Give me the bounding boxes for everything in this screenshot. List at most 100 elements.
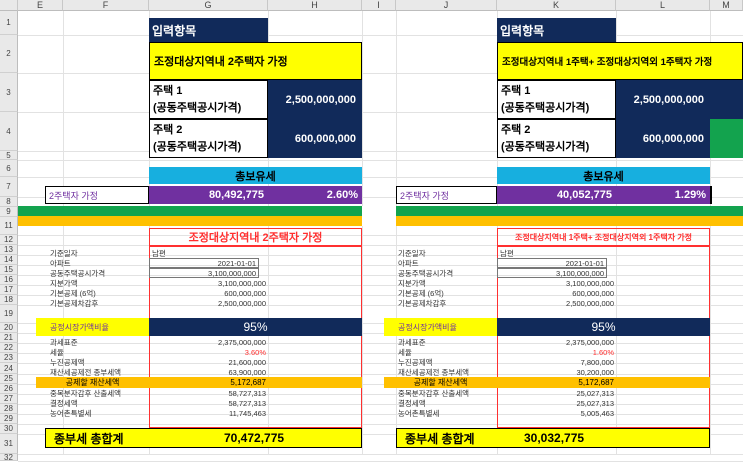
row-header[interactable]: 21: [0, 333, 18, 343]
row-header[interactable]: 31: [0, 434, 18, 454]
right-house2-value[interactable]: 600,000,000: [616, 119, 710, 158]
row-header[interactable]: 22: [0, 343, 18, 353]
right-total-tax-header[interactable]: 총보유세: [497, 167, 710, 184]
detail-value[interactable]: 11,745,463: [149, 408, 269, 418]
column-header-l[interactable]: L: [616, 0, 710, 11]
detail-label[interactable]: 기본공제차감후: [398, 298, 498, 308]
row-header[interactable]: 11: [0, 217, 18, 235]
right-assume-value[interactable]: 40,052,775: [497, 186, 616, 204]
row-header[interactable]: 7: [0, 177, 18, 197]
detail-label[interactable]: 지분가액: [50, 278, 150, 288]
column-header-e[interactable]: E: [18, 0, 63, 11]
detail-value[interactable]: 63,900,000: [149, 367, 269, 377]
row-header[interactable]: 29: [0, 414, 18, 424]
detail-value[interactable]: 58,727,313: [149, 398, 269, 408]
row-header[interactable]: 30: [0, 424, 18, 434]
row-header[interactable]: 28: [0, 404, 18, 414]
left-house2-label[interactable]: 주택 2 (공동주택공시가격): [149, 119, 268, 158]
detail-ratio-value[interactable]: 95%: [149, 318, 362, 336]
detail-value[interactable]: 2,375,000,000: [149, 337, 269, 347]
row-header[interactable]: 25: [0, 374, 18, 384]
row-header[interactable]: 9: [0, 207, 18, 217]
detail-label[interactable]: 기준일자: [398, 248, 498, 258]
row-header[interactable]: 23: [0, 353, 18, 363]
right-house2-label[interactable]: 주택 2 (공동주택공시가격): [497, 119, 616, 158]
detail-value[interactable]: 3,100,000,000: [497, 278, 617, 288]
detail-value[interactable]: 3.60%: [149, 347, 269, 357]
column-header-i[interactable]: I: [362, 0, 396, 11]
detail-label[interactable]: 누진공제액: [398, 357, 498, 367]
row-header[interactable]: 18: [0, 295, 18, 305]
detail-label[interactable]: 중복분자감후 산출세액: [50, 388, 150, 398]
row-header[interactable]: 2: [0, 35, 18, 73]
left-total-row[interactable]: 종부세 총합계 70,472,775: [45, 428, 362, 448]
detail-value[interactable]: 58,727,313: [149, 388, 269, 398]
left-scenario-title[interactable]: 조정대상지역내 2주택자 가정: [149, 42, 362, 80]
right-assume-label[interactable]: 2주택자 가정: [396, 186, 497, 204]
detail-value[interactable]: 30,200,000: [497, 367, 617, 377]
detail-value[interactable]: 25,027,313: [497, 398, 617, 408]
left-detail-title[interactable]: 조정대상지역내 2주택자 가정: [149, 228, 362, 246]
detail-deduct-value[interactable]: 5,172,687: [149, 377, 362, 388]
detail-label[interactable]: 기준일자: [50, 248, 150, 258]
left-house1-label[interactable]: 주택 1 (공동주택공시가격): [149, 80, 268, 119]
detail-label[interactable]: 아파트: [398, 258, 498, 268]
detail-label[interactable]: 결정세액: [50, 398, 150, 408]
detail-label[interactable]: 공동주택공시가격: [50, 268, 150, 278]
row-header[interactable]: 27: [0, 394, 18, 404]
row-header[interactable]: 5: [0, 151, 18, 160]
detail-label[interactable]: 결정세액: [398, 398, 498, 408]
row-header[interactable]: 17: [0, 285, 18, 295]
detail-ratio-value[interactable]: 95%: [497, 318, 710, 336]
left-assume-value[interactable]: 80,492,775: [149, 186, 268, 204]
left-assume-pct[interactable]: 2.60%: [268, 186, 362, 204]
detail-value[interactable]: 1.60%: [497, 347, 617, 357]
detail-label[interactable]: 세율: [50, 347, 150, 357]
row-header[interactable]: 8: [0, 197, 18, 207]
row-header[interactable]: 20: [0, 323, 18, 333]
detail-label[interactable]: 누진공제액: [50, 357, 150, 367]
row-header[interactable]: 1: [0, 11, 18, 35]
left-house2-value[interactable]: 600,000,000: [268, 119, 362, 158]
right-house1-value[interactable]: 2,500,000,000: [616, 80, 710, 119]
right-total-row[interactable]: 종부세 총합계 30,032,775: [396, 428, 710, 448]
detail-ratio-label[interactable]: 공정시장가액비율: [384, 318, 497, 336]
detail-label[interactable]: 재산세공제전 종부세액: [398, 367, 498, 377]
detail-label[interactable]: 지분가액: [398, 278, 498, 288]
detail-label[interactable]: 중복분자감후 산출세액: [398, 388, 498, 398]
row-header[interactable]: 24: [0, 363, 18, 374]
detail-ratio-label[interactable]: 공정시장가액비율: [36, 318, 149, 336]
detail-value[interactable]: 600,000,000: [497, 288, 617, 298]
row-header[interactable]: 15: [0, 265, 18, 275]
detail-value[interactable]: 3,100,000,000: [149, 278, 269, 288]
row-header[interactable]: 26: [0, 384, 18, 394]
column-header-k[interactable]: K: [497, 0, 616, 11]
detail-deduct-label[interactable]: 공제할 재산세액: [36, 377, 149, 388]
detail-label[interactable]: 기본공제차감후: [50, 298, 150, 308]
row-header[interactable]: 32: [0, 453, 18, 462]
column-header-j[interactable]: J: [396, 0, 497, 11]
right-scenario-title[interactable]: 조정대상지역내 1주택+ 조정대상지역외 1주택자 가정: [497, 42, 743, 80]
left-house1-value[interactable]: 2,500,000,000: [268, 80, 362, 119]
right-detail-title[interactable]: 조정대상지역내 1주택+ 조정대상지역외 1주택자 가정: [497, 228, 710, 246]
detail-label[interactable]: 공동주택공시가격: [398, 268, 498, 278]
detail-value[interactable]: 600,000,000: [149, 288, 269, 298]
row-header[interactable]: 14: [0, 255, 18, 265]
right-house1-label[interactable]: 주택 1 (공동주택공시가격): [497, 80, 616, 119]
select-all-corner[interactable]: [0, 0, 18, 11]
row-header[interactable]: 4: [0, 112, 18, 151]
column-header-h[interactable]: H: [268, 0, 362, 11]
detail-label[interactable]: 과세표준: [398, 337, 498, 347]
detail-value[interactable]: 5,005,463: [497, 408, 617, 418]
left-assume-label[interactable]: 2주택자 가정: [45, 186, 149, 204]
row-header[interactable]: 16: [0, 275, 18, 285]
detail-value[interactable]: 남편: [497, 248, 617, 258]
detail-value[interactable]: 2,375,000,000: [497, 337, 617, 347]
left-input-header[interactable]: 입력항목: [149, 18, 268, 42]
row-header[interactable]: 13: [0, 245, 18, 255]
detail-value[interactable]: 남편: [149, 248, 269, 258]
left-total-tax-header[interactable]: 총보유세: [149, 167, 362, 184]
detail-label[interactable]: 농어촌특별세: [398, 408, 498, 418]
row-header[interactable]: 19: [0, 305, 18, 323]
column-header-g[interactable]: G: [149, 0, 268, 11]
